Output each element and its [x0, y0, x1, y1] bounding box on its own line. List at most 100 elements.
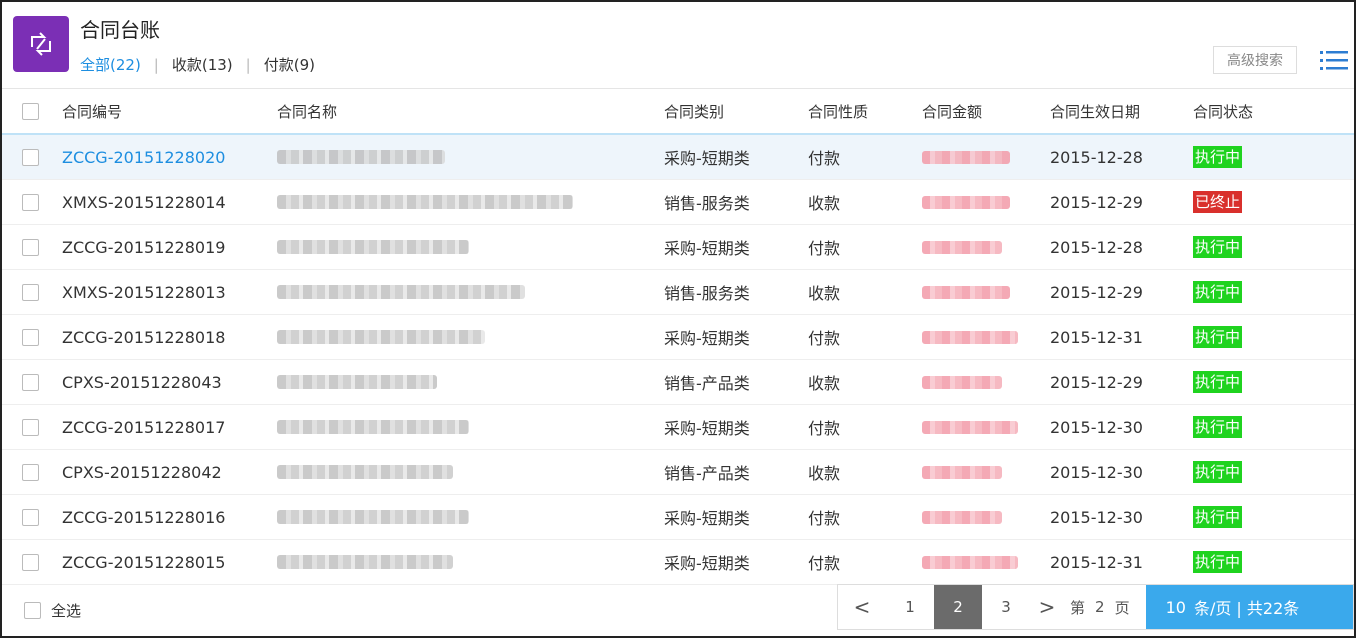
table-row[interactable]: XMXS-20151228014 销售-服务类 收款 2015-12-29 已终止	[2, 180, 1354, 225]
row-checkbox[interactable]	[22, 238, 39, 256]
list-menu-icon[interactable]	[1320, 50, 1348, 72]
contract-name-redacted	[277, 270, 525, 314]
contract-category: 采购-短期类	[664, 149, 750, 168]
contract-name-redacted	[277, 225, 469, 269]
goto-suffix: 页	[1114, 598, 1130, 617]
row-checkbox[interactable]	[22, 283, 39, 301]
select-all[interactable]: 全选	[24, 600, 81, 621]
contract-code[interactable]: ZCCG-20151228019	[62, 225, 225, 269]
advanced-search-button[interactable]: 高级搜索	[1213, 46, 1297, 74]
row-checkbox[interactable]	[22, 553, 39, 571]
page-size-unit: 条/页 | 共22条	[1193, 599, 1300, 618]
table-row[interactable]: CPXS-20151228043 销售-产品类 收款 2015-12-29 执行中	[2, 360, 1354, 405]
contract-name-redacted	[277, 495, 469, 539]
contract-amount-redacted	[922, 225, 1002, 269]
filter-all[interactable]: 全部(22)	[80, 54, 141, 75]
status-badge: 执行中	[1193, 461, 1243, 483]
row-checkbox[interactable]	[22, 328, 39, 346]
goto-page-input[interactable]: 2	[1091, 585, 1109, 629]
contract-category: 销售-服务类	[664, 284, 750, 303]
contract-table: 合同编号 合同名称 合同类别 合同性质 合同金额 合同生效日期 合同状态 ZCC…	[2, 88, 1354, 585]
prev-page-button[interactable]: <	[838, 585, 886, 629]
next-page-button[interactable]: >	[1030, 585, 1064, 629]
effective-date: 2015-12-30	[1050, 417, 1143, 437]
table-row[interactable]: CPXS-20151228042 销售-产品类 收款 2015-12-30 执行中	[2, 450, 1354, 495]
contract-code[interactable]: CPXS-20151228043	[62, 360, 222, 404]
filter-divider: |	[245, 55, 251, 74]
contract-code[interactable]: ZCCG-20151228017	[62, 405, 225, 449]
contract-nature: 付款	[808, 509, 841, 528]
contract-code[interactable]: CPXS-20151228042	[62, 450, 222, 494]
contract-amount-redacted	[922, 450, 1002, 494]
table-row[interactable]: ZCCG-20151228020 采购-短期类 付款 2015-12-28 执行中	[2, 135, 1354, 180]
contract-category: 销售-服务类	[664, 194, 750, 213]
contract-amount-redacted	[922, 495, 1002, 539]
contract-nature: 付款	[808, 329, 841, 348]
contract-ledger-window: 合同台账 全部(22) | 收款(13) | 付款(9) 高级搜索 合同编号 合…	[0, 0, 1356, 638]
page-2-button[interactable]: 2	[934, 585, 982, 629]
contract-nature: 付款	[808, 419, 841, 438]
contract-name-redacted	[277, 405, 469, 449]
page-1-button[interactable]: 1	[886, 585, 934, 629]
filter-tabs: 全部(22) | 收款(13) | 付款(9)	[80, 54, 315, 75]
row-checkbox[interactable]	[22, 418, 39, 436]
contract-name-redacted	[277, 135, 445, 179]
contract-name-redacted	[277, 180, 573, 224]
contract-code[interactable]: ZCCG-20151228018	[62, 315, 225, 359]
table-body: ZCCG-20151228020 采购-短期类 付款 2015-12-28 执行中 XMX…	[2, 135, 1354, 585]
filter-payment[interactable]: 付款(9)	[264, 54, 315, 75]
contract-nature: 付款	[808, 239, 841, 258]
filter-receipt[interactable]: 收款(13)	[172, 54, 233, 75]
contract-name-redacted	[277, 450, 453, 494]
filter-divider: |	[153, 55, 159, 74]
contract-amount-redacted	[922, 180, 1010, 224]
table-row[interactable]: ZCCG-20151228016 采购-短期类 付款 2015-12-30 执行中	[2, 495, 1354, 540]
effective-date: 2015-12-28	[1050, 147, 1143, 167]
pagination: < 1 2 3 > 第 2 页 10 条/页 | 共22条	[837, 584, 1354, 630]
col-code: 合同编号	[62, 102, 123, 121]
contract-nature: 收款	[808, 284, 841, 303]
status-badge: 执行中	[1193, 371, 1243, 393]
status-badge: 执行中	[1193, 146, 1243, 168]
contract-name-redacted	[277, 315, 485, 359]
row-checkbox[interactable]	[22, 148, 39, 166]
contract-code[interactable]: ZCCG-20151228016	[62, 495, 225, 539]
row-checkbox[interactable]	[22, 463, 39, 481]
page-size-select[interactable]: 10	[1166, 598, 1186, 617]
contract-code[interactable]: XMXS-20151228014	[62, 180, 226, 224]
contract-code[interactable]: XMXS-20151228013	[62, 270, 226, 314]
table-footer: 全选 < 1 2 3 > 第 2 页 10 条/页 | 共22条	[2, 574, 1354, 636]
row-checkbox[interactable]	[22, 373, 39, 391]
row-checkbox[interactable]	[22, 508, 39, 526]
table-row[interactable]: ZCCG-20151228019 采购-短期类 付款 2015-12-28 执行中	[2, 225, 1354, 270]
goto-prefix: 第	[1070, 598, 1086, 617]
page-size-info: 10 条/页 | 共22条	[1145, 585, 1353, 629]
contract-code[interactable]: ZCCG-20151228020	[62, 135, 225, 179]
select-all-checkbox[interactable]	[24, 602, 41, 619]
contract-category: 采购-短期类	[664, 419, 750, 438]
status-badge: 执行中	[1193, 281, 1243, 303]
contract-amount-redacted	[922, 360, 1002, 404]
contract-amount-redacted	[922, 270, 1010, 314]
effective-date: 2015-12-29	[1050, 192, 1143, 212]
contract-category: 采购-短期类	[664, 239, 750, 258]
contract-nature: 收款	[808, 464, 841, 483]
contract-nature: 付款	[808, 149, 841, 168]
contract-category: 采购-短期类	[664, 329, 750, 348]
effective-date: 2015-12-28	[1050, 237, 1143, 257]
table-row[interactable]: ZCCG-20151228018 采购-短期类 付款 2015-12-31 执行中	[2, 315, 1354, 360]
row-checkbox[interactable]	[22, 193, 39, 211]
table-row[interactable]: XMXS-20151228013 销售-服务类 收款 2015-12-29 执行中	[2, 270, 1354, 315]
page-3-button[interactable]: 3	[982, 585, 1030, 629]
contract-amount-redacted	[922, 135, 1010, 179]
contract-category: 销售-产品类	[664, 374, 750, 393]
col-category: 合同类别	[664, 102, 725, 121]
table-row[interactable]: ZCCG-20151228017 采购-短期类 付款 2015-12-30 执行中	[2, 405, 1354, 450]
contract-amount-redacted	[922, 315, 1018, 359]
status-badge: 执行中	[1193, 416, 1243, 438]
contract-category: 销售-产品类	[664, 464, 750, 483]
header-checkbox[interactable]	[22, 102, 39, 120]
exchange-icon	[31, 32, 51, 56]
status-badge: 执行中	[1193, 551, 1243, 573]
contract-amount-redacted	[922, 405, 1018, 449]
